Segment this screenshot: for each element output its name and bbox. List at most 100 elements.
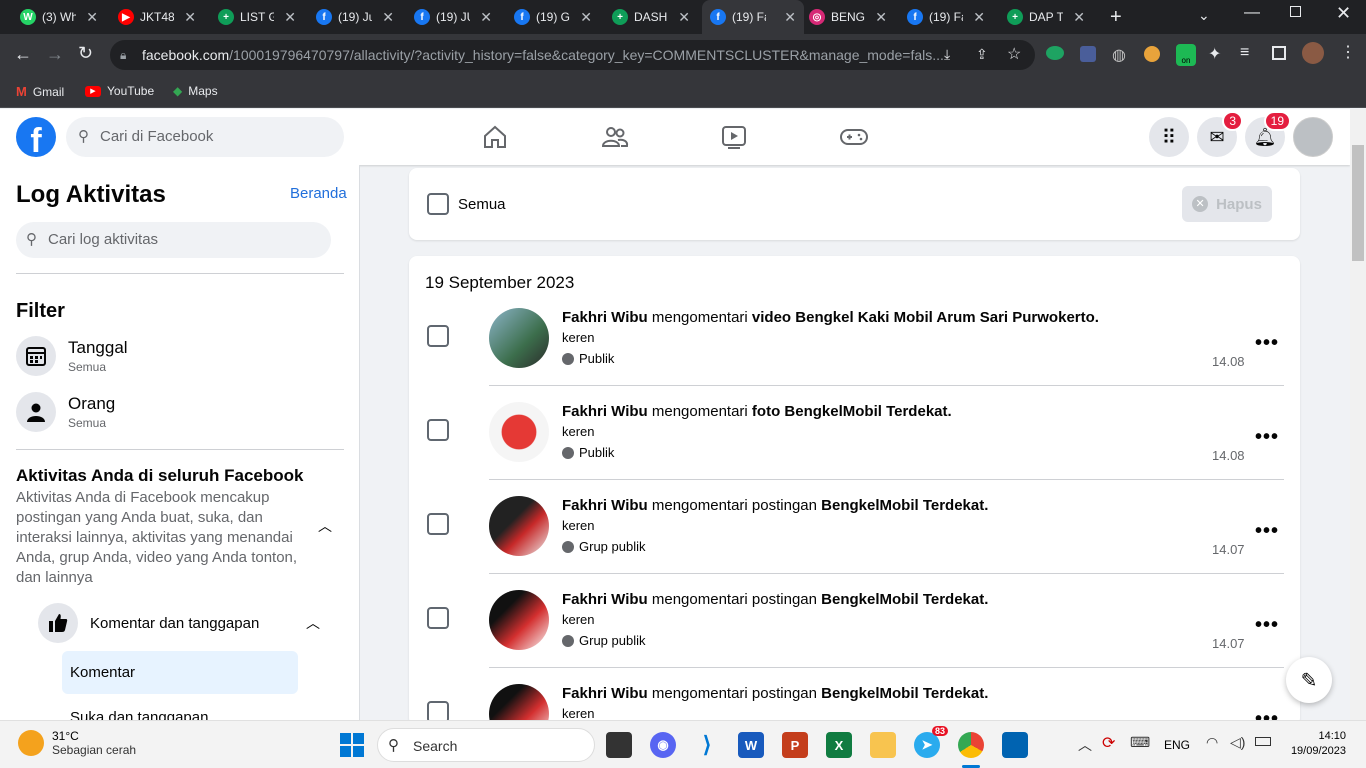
account-avatar[interactable]: [1293, 117, 1333, 157]
browser-tab[interactable]: f (19) Fa ✕: [899, 0, 993, 34]
subcategory-comments-selected[interactable]: Komentar: [62, 651, 298, 694]
notifications-button[interactable]: 🔔︎ 19: [1245, 111, 1291, 157]
menu-grid-button[interactable]: ⠿: [1149, 117, 1189, 157]
download-icon[interactable]: ⤓: [944, 46, 950, 63]
reload-button[interactable]: ↻: [78, 43, 93, 64]
activity-text[interactable]: Fakhri Wibu mengomentari postingan Bengk…: [562, 497, 988, 514]
powerpoint-icon[interactable]: P: [782, 732, 808, 758]
close-window-button[interactable]: ✕: [1336, 3, 1351, 24]
activity-object[interactable]: BengkelMobil Terdekat.: [821, 685, 988, 702]
more-options-icon[interactable]: •••: [1255, 332, 1279, 355]
forward-button[interactable]: →: [46, 44, 64, 65]
actor-name[interactable]: Fakhri Wibu: [562, 685, 648, 702]
telegram-icon[interactable]: ➤ 83: [914, 726, 948, 758]
discord-icon[interactable]: ◉: [650, 732, 676, 758]
close-tab-icon[interactable]: ✕: [382, 9, 394, 26]
bookmark-maps[interactable]: ◆ Maps: [173, 84, 218, 98]
browser-tab[interactable]: + DASHB ✕: [604, 0, 698, 34]
close-tab-icon[interactable]: ✕: [678, 9, 690, 26]
close-tab-icon[interactable]: ✕: [973, 9, 985, 26]
close-tab-icon[interactable]: ✕: [580, 9, 592, 26]
close-tab-icon[interactable]: ✕: [1073, 9, 1085, 26]
friends-icon[interactable]: [601, 123, 629, 151]
more-options-icon[interactable]: •••: [1255, 614, 1279, 637]
category-comments-reactions[interactable]: Komentar dan tanggapan ︿: [38, 603, 320, 643]
windows-start-icon[interactable]: [340, 733, 364, 757]
facebook-logo[interactable]: f: [16, 117, 56, 160]
activity-text[interactable]: Fakhri Wibu mengomentari video Bengkel K…: [562, 309, 1099, 326]
collapse-chevron-icon[interactable]: ︿: [318, 516, 332, 536]
close-tab-icon[interactable]: ✕: [284, 9, 296, 26]
bookmark-star-icon[interactable]: ☆: [1007, 44, 1021, 64]
browser-tab[interactable]: f (19) Ju ✕: [308, 0, 402, 34]
browser-tab[interactable]: f (19) JU ✕: [406, 0, 500, 34]
side-panel-icon[interactable]: [1272, 46, 1286, 60]
activity-object[interactable]: foto BengkelMobil Terdekat.: [752, 403, 952, 420]
home-link[interactable]: Beranda: [290, 185, 347, 202]
chrome-icon[interactable]: [958, 732, 984, 758]
item-checkbox[interactable]: [427, 513, 449, 535]
browser-tab[interactable]: ◎ BENGK ✕: [801, 0, 895, 34]
wifi-icon[interactable]: ◠: [1206, 734, 1218, 751]
activity-text[interactable]: Fakhri Wibu mengomentari foto BengkelMob…: [562, 403, 952, 420]
close-tab-icon[interactable]: ✕: [184, 9, 196, 26]
activity-object[interactable]: BengkelMobil Terdekat.: [821, 497, 988, 514]
more-options-icon[interactable]: •••: [1255, 520, 1279, 543]
volume-icon[interactable]: ◁): [1230, 734, 1245, 751]
new-message-button[interactable]: ✎: [1286, 657, 1332, 703]
item-thumbnail[interactable]: [489, 308, 549, 368]
task-view-icon[interactable]: [606, 732, 632, 758]
extension-on-icon[interactable]: on: [1176, 44, 1196, 66]
actor-name[interactable]: Fakhri Wibu: [562, 591, 648, 608]
battery-icon[interactable]: [1255, 737, 1271, 746]
actor-name[interactable]: Fakhri Wibu: [562, 309, 648, 326]
item-thumbnail[interactable]: [489, 402, 549, 462]
page-scrollbar[interactable]: [1350, 109, 1366, 720]
minimize-button[interactable]: —: [1244, 4, 1260, 22]
keyboard-icon[interactable]: ⌨: [1130, 734, 1150, 751]
extension-eye-icon[interactable]: [1046, 46, 1064, 60]
select-all-checkbox[interactable]: [427, 193, 449, 215]
actor-name[interactable]: Fakhri Wibu: [562, 403, 648, 420]
browser-tab[interactable]: f (19) Gi ✕: [506, 0, 600, 34]
extension-cursor-icon[interactable]: [1080, 46, 1096, 62]
subcategory-likes-reactions[interactable]: Suka dan tanggapan: [70, 709, 208, 720]
show-hidden-icons[interactable]: ︿: [1078, 735, 1092, 755]
activity-object[interactable]: video Bengkel Kaki Mobil Arum Sari Purwo…: [752, 309, 1099, 326]
item-thumbnail[interactable]: [489, 496, 549, 556]
language-indicator[interactable]: ENG: [1164, 738, 1190, 752]
taskbar-search[interactable]: ⚲ Search: [377, 728, 595, 762]
delete-button[interactable]: ✕ Hapus: [1182, 186, 1272, 222]
browser-tab[interactable]: + DAP TI ✕: [999, 0, 1093, 34]
extensions-puzzle-icon[interactable]: ✦: [1208, 44, 1221, 64]
bookmark-youtube[interactable]: ▶ YouTube: [85, 84, 154, 98]
media-control-icon[interactable]: ≡: [1240, 44, 1249, 62]
calculator-icon[interactable]: [1002, 732, 1028, 758]
actor-name[interactable]: Fakhri Wibu: [562, 497, 648, 514]
excel-icon[interactable]: X: [826, 732, 852, 758]
profile-avatar[interactable]: [1302, 42, 1324, 64]
extension-globe-icon[interactable]: ◍: [1112, 45, 1126, 65]
browser-tab[interactable]: f (19) Fa ✕: [702, 0, 804, 34]
item-checkbox[interactable]: [427, 419, 449, 441]
bookmark-gmail[interactable]: M Gmail: [16, 84, 64, 99]
close-tab-icon[interactable]: ✕: [875, 9, 887, 26]
messenger-button[interactable]: ✉ 3: [1197, 111, 1243, 157]
home-icon[interactable]: [481, 123, 509, 151]
clock[interactable]: 14:10 19/09/2023: [1286, 730, 1346, 757]
item-checkbox[interactable]: [427, 607, 449, 629]
item-checkbox[interactable]: [427, 325, 449, 347]
gaming-icon[interactable]: [839, 123, 869, 151]
word-icon[interactable]: W: [738, 732, 764, 758]
file-explorer-icon[interactable]: [870, 732, 896, 758]
close-tab-icon[interactable]: ✕: [784, 9, 796, 26]
back-button[interactable]: ←: [14, 44, 32, 65]
more-options-icon[interactable]: •••: [1255, 426, 1279, 449]
browser-tab[interactable]: W (3) WhatsApp ✕: [12, 0, 106, 34]
new-tab-button[interactable]: +: [1110, 6, 1122, 29]
filter-people[interactable]: Orang Semua: [16, 392, 115, 432]
close-tab-icon[interactable]: ✕: [86, 9, 98, 26]
activity-search-input[interactable]: ⚲ Cari log aktivitas: [16, 222, 331, 258]
filter-date[interactable]: Tanggal Semua: [16, 336, 128, 376]
activity-text[interactable]: Fakhri Wibu mengomentari postingan Bengk…: [562, 591, 988, 608]
